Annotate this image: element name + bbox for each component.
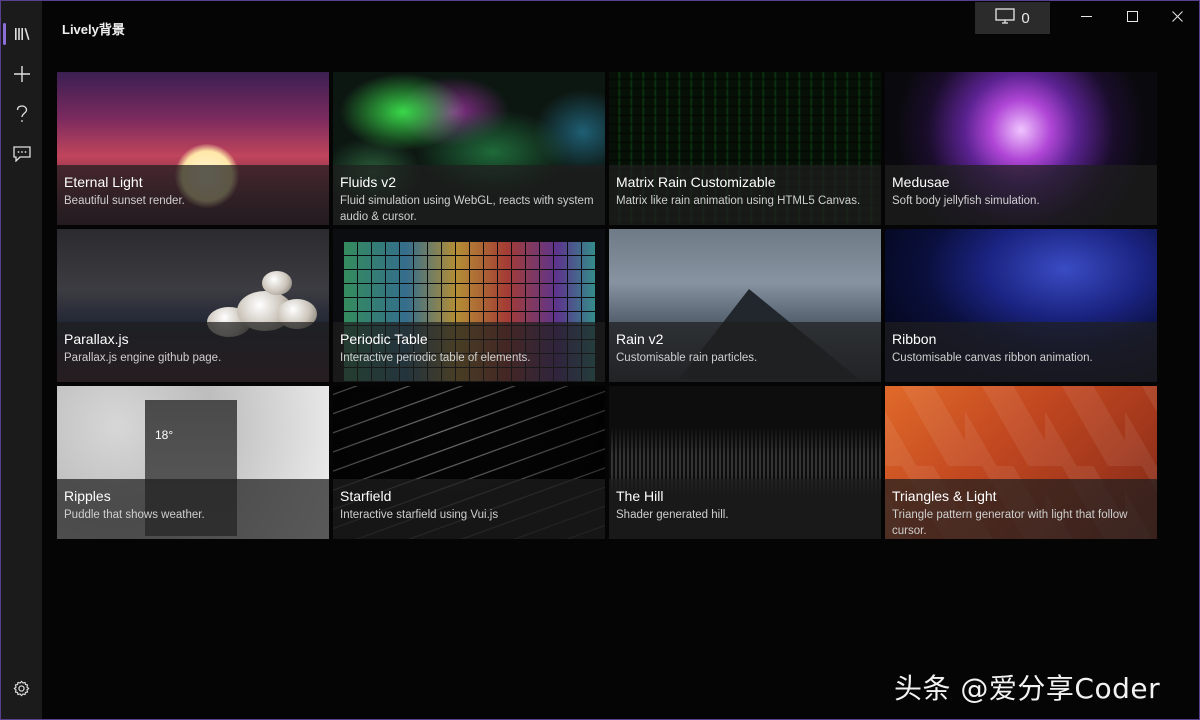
tile-description: Beautiful sunset render.: [64, 195, 185, 207]
wallpaper-tile-medusae[interactable]: Medusae Soft body jellyfish simulation.: [885, 72, 1157, 225]
wallpaper-tile-the-hill[interactable]: The Hill Shader generated hill.: [609, 386, 881, 539]
tile-caption: Matrix Rain Customizable Matrix like rai…: [609, 165, 881, 225]
plus-icon: [13, 65, 31, 83]
tile-description: Soft body jellyfish simulation.: [892, 195, 1040, 207]
sidebar-item-library[interactable]: [1, 14, 42, 54]
maximize-icon: [1126, 9, 1138, 27]
wallpaper-tile-periodic-table[interactable]: Periodic Table Interactive periodic tabl…: [333, 229, 605, 382]
wallpaper-tile-fluids-v2[interactable]: Fluids v2 Fluid simulation using WebGL, …: [333, 72, 605, 225]
wallpaper-tile-starfield[interactable]: Starfield Interactive starfield using Vu…: [333, 386, 605, 539]
tile-description: Shader generated hill.: [616, 509, 729, 521]
close-button[interactable]: [1154, 2, 1199, 34]
maximize-button[interactable]: [1109, 2, 1155, 34]
tile-title: Parallax.js: [64, 331, 129, 347]
tile-title: Rain v2: [616, 331, 664, 347]
tile-description: Parallax.js engine github page.: [64, 352, 222, 364]
tile-caption: Ribbon Customisable canvas ribbon animat…: [885, 322, 1157, 382]
sidebar-item-feedback[interactable]: [1, 134, 42, 174]
watermark: 头条 @爱分享Coder: [894, 672, 1161, 705]
tile-caption: The Hill Shader generated hill.: [609, 479, 881, 539]
tile-caption: Rain v2 Customisable rain particles.: [609, 322, 881, 382]
sidebar-item-add[interactable]: [1, 54, 42, 94]
tile-title: Medusae: [892, 174, 950, 190]
help-icon: [16, 105, 28, 123]
weather-temperature: 18°: [155, 428, 174, 442]
tile-caption: Ripples Puddle that shows weather.: [57, 479, 329, 539]
tile-caption: Periodic Table Interactive periodic tabl…: [333, 322, 605, 382]
tile-title: Fluids v2: [340, 174, 397, 190]
tile-description: Matrix like rain animation using HTML5 C…: [616, 195, 861, 207]
tile-title: Periodic Table: [340, 331, 428, 347]
display-count: 0: [1021, 9, 1030, 27]
monitor-icon: [995, 8, 1015, 28]
tile-description: Customisable rain particles.: [616, 352, 758, 364]
close-icon: [1171, 9, 1183, 27]
gear-icon: [13, 680, 30, 702]
wallpaper-tile-rain-v2[interactable]: Rain v2 Customisable rain particles.: [609, 229, 881, 382]
tile-description: Interactive periodic table of elements.: [340, 352, 531, 364]
tile-description: Triangle pattern generator with light th…: [892, 509, 1128, 537]
settings-button[interactable]: [1, 671, 42, 711]
app-title: Lively背景: [62, 22, 125, 37]
tile-caption: Fluids v2 Fluid simulation using WebGL, …: [333, 165, 605, 225]
wallpaper-tile-matrix-rain[interactable]: Matrix Rain Customizable Matrix like rai…: [609, 72, 881, 225]
tile-caption: Triangles & Light Triangle pattern gener…: [885, 479, 1157, 539]
tile-title: The Hill: [616, 488, 664, 504]
tile-title: Starfield: [340, 488, 392, 504]
tile-title: Eternal Light: [64, 174, 143, 190]
wallpaper-tile-ribbon[interactable]: Ribbon Customisable canvas ribbon animat…: [885, 229, 1157, 382]
tile-caption: Starfield Interactive starfield using Vu…: [333, 479, 605, 539]
minimize-button[interactable]: [1063, 2, 1109, 34]
chat-icon: [12, 146, 31, 162]
tile-title: Ripples: [64, 488, 111, 504]
wallpaper-tile-eternal-light[interactable]: Eternal Light Beautiful sunset render.: [57, 72, 329, 225]
minimize-icon: [1080, 9, 1092, 27]
library-icon: [14, 27, 30, 41]
tile-title: Ribbon: [892, 331, 937, 347]
wallpaper-tile-ripples[interactable]: 18° Ripples Puddle that shows weather.: [57, 386, 329, 539]
tile-title: Triangles & Light: [892, 488, 997, 504]
sidebar: [1, 1, 42, 719]
tile-caption: Medusae Soft body jellyfish simulation.: [885, 165, 1157, 225]
wallpaper-grid: Eternal Light Beautiful sunset render. F…: [57, 72, 1157, 539]
tile-title: Matrix Rain Customizable: [616, 174, 776, 190]
tile-description: Fluid simulation using WebGL, reacts wit…: [340, 195, 594, 223]
tile-description: Interactive starfield using Vui.js: [340, 509, 499, 521]
app-window: Lively背景 0 Eternal Light Beautiful sunse…: [0, 0, 1200, 720]
tile-description: Puddle that shows weather.: [64, 509, 205, 521]
tile-caption: Parallax.js Parallax.js engine github pa…: [57, 322, 329, 382]
sidebar-item-help[interactable]: [1, 94, 42, 134]
tile-caption: Eternal Light Beautiful sunset render.: [57, 165, 329, 225]
display-selector-button[interactable]: 0: [975, 2, 1050, 34]
wallpaper-tile-parallax[interactable]: Parallax.js Parallax.js engine github pa…: [57, 229, 329, 382]
wallpaper-tile-triangles-light[interactable]: Triangles & Light Triangle pattern gener…: [885, 386, 1157, 539]
tile-description: Customisable canvas ribbon animation.: [892, 352, 1093, 364]
